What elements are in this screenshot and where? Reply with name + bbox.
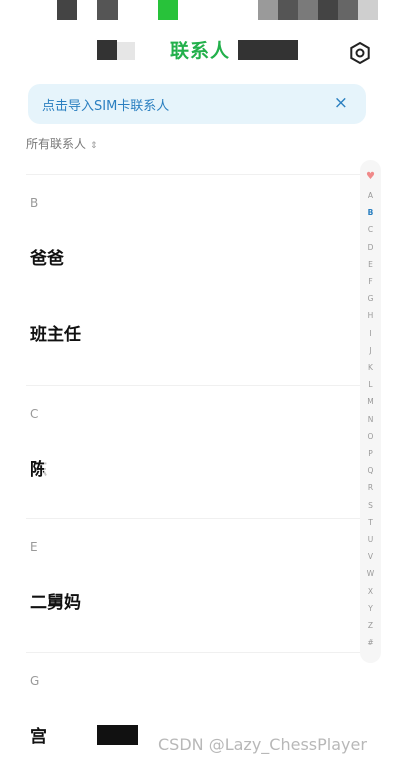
divider <box>26 385 360 386</box>
favorites-heart-icon[interactable]: ♥ <box>360 172 381 182</box>
section-letter-b: B <box>30 196 39 210</box>
divider <box>26 174 360 175</box>
contact-name-redaction <box>97 725 138 745</box>
sort-caret-icon: ⇕ <box>90 141 98 151</box>
index-letter-m[interactable]: M <box>360 397 381 407</box>
status-bar-redaction-3 <box>158 0 178 20</box>
index-letter-i[interactable]: I <box>360 329 381 339</box>
watermark: CSDN @Lazy_ChessPlayer <box>158 735 367 754</box>
index-letter-g[interactable]: G <box>360 294 381 304</box>
contact-item[interactable]: 爸爸 <box>30 244 64 269</box>
index-letter-d[interactable]: D <box>360 243 381 253</box>
index-letter-p[interactable]: P <box>360 449 381 459</box>
index-letter-e[interactable]: E <box>360 260 381 270</box>
status-bar-redaction-6 <box>298 0 318 20</box>
index-letter-c[interactable]: C <box>360 225 381 235</box>
close-icon[interactable]: × <box>334 93 348 113</box>
index-letter-k[interactable]: K <box>360 363 381 373</box>
settings-button[interactable] <box>348 41 372 65</box>
import-sim-banner[interactable]: 点击导入SIM卡联系人 × <box>28 84 366 124</box>
section-letter-c: C <box>30 407 39 421</box>
status-bar-redaction-7 <box>318 0 338 20</box>
status-bar-redaction-8 <box>338 0 358 20</box>
index-letter-j[interactable]: J <box>360 346 381 356</box>
status-bar-redaction-2 <box>97 0 118 20</box>
section-letter-g: G <box>30 674 40 688</box>
index-letter-b[interactable]: B <box>360 208 381 218</box>
index-letter-y[interactable]: Y <box>360 604 381 614</box>
settings-icon <box>350 41 370 65</box>
index-letter-hash[interactable]: # <box>360 638 381 648</box>
contact-filter-dropdown[interactable]: 所有联系人 ⇕ <box>26 135 98 152</box>
index-letter-f[interactable]: F <box>360 277 381 287</box>
index-letter-z[interactable]: Z <box>360 621 381 631</box>
status-bar-redaction-4 <box>258 0 278 20</box>
section-letter-e: E <box>30 540 38 554</box>
index-letter-x[interactable]: X <box>360 587 381 597</box>
index-letter-n[interactable]: N <box>360 415 381 425</box>
status-bar-redaction-5 <box>278 0 298 20</box>
index-letter-q[interactable]: Q <box>360 466 381 476</box>
contact-name-blur <box>48 720 60 744</box>
index-letter-v[interactable]: V <box>360 552 381 562</box>
contact-item[interactable]: 二舅妈 <box>30 588 81 613</box>
contact-name-blur <box>44 452 58 478</box>
index-letter-o[interactable]: O <box>360 432 381 442</box>
page-title: 联系人 <box>169 40 230 62</box>
index-letter-t[interactable]: T <box>360 518 381 528</box>
contact-item[interactable]: 宫 <box>30 722 47 747</box>
index-letter-u[interactable]: U <box>360 535 381 545</box>
status-bar-redaction-1 <box>57 0 77 20</box>
index-letter-s[interactable]: S <box>360 501 381 511</box>
index-letter-w[interactable]: W <box>360 569 381 579</box>
contact-item[interactable]: 班主任 <box>30 320 81 345</box>
alphabet-index-bar[interactable]: ♥ A B C D E F G H I J K L M N O P Q R S T U V W X Y Z # <box>360 160 381 663</box>
index-letter-h[interactable]: H <box>360 311 381 321</box>
divider <box>26 518 360 519</box>
import-sim-text[interactable]: 点击导入SIM卡联系人 <box>42 95 169 114</box>
index-letter-a[interactable]: A <box>360 191 381 201</box>
index-letter-r[interactable]: R <box>360 483 381 493</box>
divider <box>26 652 360 653</box>
index-letter-l[interactable]: L <box>360 380 381 390</box>
filter-label: 所有联系人 <box>26 137 87 151</box>
status-bar-redaction-9 <box>358 0 378 20</box>
